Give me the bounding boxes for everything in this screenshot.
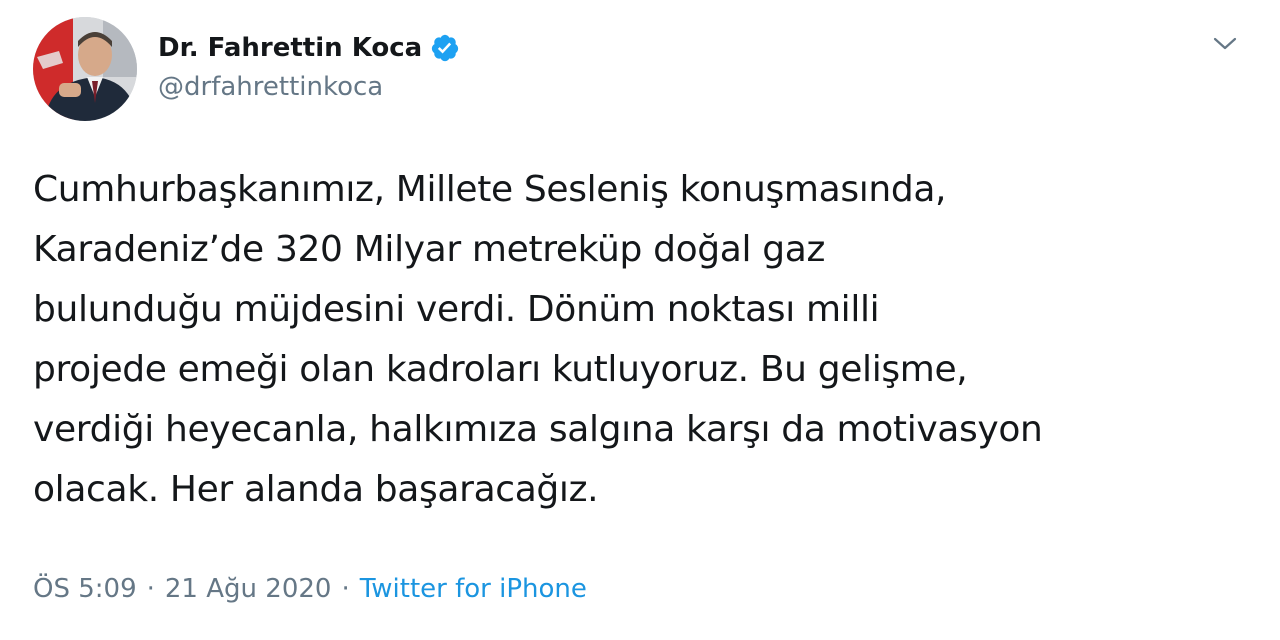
tweet-text-line: verdiği heyecanla, halkımıza salgına kar… <box>33 409 1043 450</box>
tweet-date[interactable]: 21 Ağu 2020 <box>165 574 332 604</box>
tweet-source-link[interactable]: Twitter for iPhone <box>360 574 587 604</box>
tweet-text-line: olacak. Her alanda başaracağız. <box>33 469 599 510</box>
chevron-down-icon <box>1213 37 1237 50</box>
tweet-time[interactable]: ÖS 5:09 <box>33 574 137 604</box>
tweet-menu-button[interactable] <box>1208 30 1242 58</box>
avatar-photo <box>33 17 137 121</box>
tweet-text-line: Karadeniz’de 320 Milyar metreküp doğal g… <box>33 229 826 270</box>
tweet-text-line: bulunduğu müjdesini verdi. Dönüm noktası… <box>33 289 880 330</box>
author-display-name[interactable]: Dr. Fahrettin Koca <box>158 33 422 63</box>
avatar[interactable] <box>33 17 137 121</box>
tweet-text-line: Cumhurbaşkanımız, Millete Sesleniş konuş… <box>33 169 947 210</box>
meta-separator: · <box>341 574 350 604</box>
tweet-text-line: projede emeği olan kadroları kutluyoruz.… <box>33 349 968 390</box>
tweet-metadata: ÖS 5:09 · 21 Ağu 2020 · Twitter for iPho… <box>33 574 587 604</box>
author-handle[interactable]: @drfahrettinkoca <box>158 72 383 102</box>
tweet-text: Cumhurbaşkanımız, Millete Sesleniş konuş… <box>33 160 1258 520</box>
meta-separator: · <box>146 574 155 604</box>
verified-badge-icon <box>430 33 460 63</box>
author-name-row: Dr. Fahrettin Koca <box>158 30 460 66</box>
tweet-card: Dr. Fahrettin Koca @drfahrettinkoca Cumh… <box>0 0 1280 640</box>
